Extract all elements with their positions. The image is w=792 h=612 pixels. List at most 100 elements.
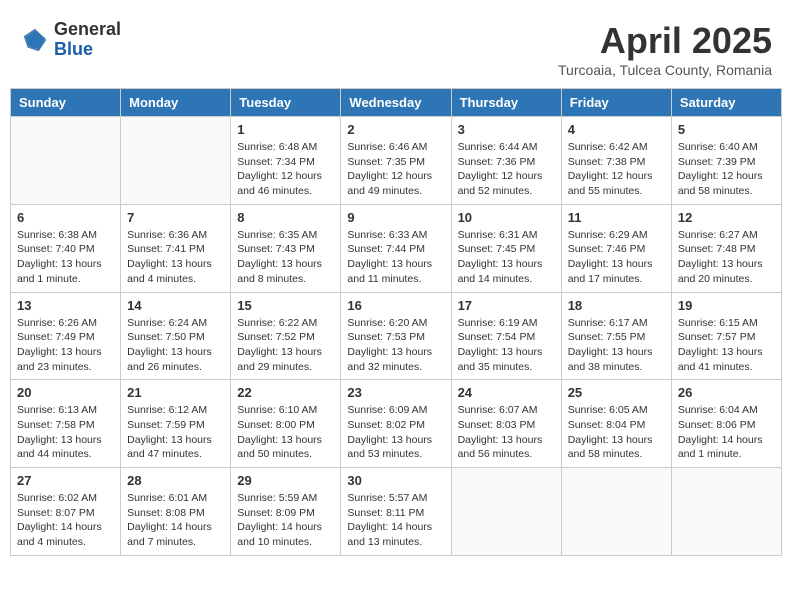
day-info: Sunrise: 6:48 AMSunset: 7:34 PMDaylight:… bbox=[237, 140, 334, 199]
calendar-cell: 15 Sunrise: 6:22 AMSunset: 7:52 PMDayligh… bbox=[231, 292, 341, 380]
day-info: Sunrise: 6:20 AMSunset: 7:53 PMDaylight:… bbox=[347, 316, 444, 375]
day-info: Sunrise: 6:42 AMSunset: 7:38 PMDaylight:… bbox=[568, 140, 665, 199]
day-number: 28 bbox=[127, 473, 224, 488]
calendar-cell: 14 Sunrise: 6:24 AMSunset: 7:50 PMDayligh… bbox=[121, 292, 231, 380]
calendar-cell: 11 Sunrise: 6:29 AMSunset: 7:46 PMDayligh… bbox=[561, 204, 671, 292]
calendar-cell: 24Sunrise: 6:07 AMSunset: 8:03 PMDayligh… bbox=[451, 380, 561, 468]
day-info: Sunrise: 6:12 AMSunset: 7:59 PMDaylight:… bbox=[127, 403, 224, 462]
day-info: Sunrise: 6:31 AMSunset: 7:45 PMDaylight:… bbox=[458, 228, 555, 287]
day-info: Sunrise: 6:01 AMSunset: 8:08 PMDaylight:… bbox=[127, 491, 224, 550]
day-number: 7 bbox=[127, 210, 224, 225]
calendar-cell: 27 Sunrise: 6:02 AMSunset: 8:07 PMDayligh… bbox=[11, 468, 121, 556]
calendar-cell bbox=[451, 468, 561, 556]
day-number: 19 bbox=[678, 298, 775, 313]
day-number: 11 bbox=[568, 210, 665, 225]
calendar-week-row: 6 Sunrise: 6:38 AMSunset: 7:40 PMDaylight… bbox=[11, 204, 782, 292]
day-number: 2 bbox=[347, 122, 444, 137]
calendar-cell: 6 Sunrise: 6:38 AMSunset: 7:40 PMDaylight… bbox=[11, 204, 121, 292]
day-info: Sunrise: 6:22 AMSunset: 7:52 PMDaylight:… bbox=[237, 316, 334, 375]
day-number: 10 bbox=[458, 210, 555, 225]
day-number: 20 bbox=[17, 385, 114, 400]
calendar-cell: 1 Sunrise: 6:48 AMSunset: 7:34 PMDaylight… bbox=[231, 117, 341, 205]
title-section: April 2025 Turcoaia, Tulcea County, Roma… bbox=[558, 20, 772, 78]
calendar-week-row: 13Sunrise: 6:26 AMSunset: 7:49 PMDayligh… bbox=[11, 292, 782, 380]
weekday-header: Thursday bbox=[451, 89, 561, 117]
calendar-cell: 5 Sunrise: 6:40 AMSunset: 7:39 PMDaylight… bbox=[671, 117, 781, 205]
day-number: 25 bbox=[568, 385, 665, 400]
calendar-week-row: 20Sunrise: 6:13 AMSunset: 7:58 PMDayligh… bbox=[11, 380, 782, 468]
logo-icon bbox=[20, 25, 50, 55]
day-info: Sunrise: 5:59 AMSunset: 8:09 PMDaylight:… bbox=[237, 491, 334, 550]
day-number: 29 bbox=[237, 473, 334, 488]
day-number: 3 bbox=[458, 122, 555, 137]
calendar-cell: 29 Sunrise: 5:59 AMSunset: 8:09 PMDayligh… bbox=[231, 468, 341, 556]
day-number: 14 bbox=[127, 298, 224, 313]
calendar-cell: 28 Sunrise: 6:01 AMSunset: 8:08 PMDayligh… bbox=[121, 468, 231, 556]
day-number: 12 bbox=[678, 210, 775, 225]
day-number: 9 bbox=[347, 210, 444, 225]
calendar-cell: 30 Sunrise: 5:57 AMSunset: 8:11 PMDayligh… bbox=[341, 468, 451, 556]
day-number: 23 bbox=[347, 385, 444, 400]
day-number: 16 bbox=[347, 298, 444, 313]
day-info: Sunrise: 5:57 AMSunset: 8:11 PMDaylight:… bbox=[347, 491, 444, 550]
day-number: 15 bbox=[237, 298, 334, 313]
day-number: 27 bbox=[17, 473, 114, 488]
day-number: 4 bbox=[568, 122, 665, 137]
day-number: 24 bbox=[458, 385, 555, 400]
calendar-cell: 3 Sunrise: 6:44 AMSunset: 7:36 PMDaylight… bbox=[451, 117, 561, 205]
weekday-header: Sunday bbox=[11, 89, 121, 117]
day-info: Sunrise: 6:09 AMSunset: 8:02 PMDaylight:… bbox=[347, 403, 444, 462]
weekday-header: Friday bbox=[561, 89, 671, 117]
logo: General Blue bbox=[20, 20, 121, 60]
calendar-week-row: 27 Sunrise: 6:02 AMSunset: 8:07 PMDayligh… bbox=[11, 468, 782, 556]
day-info: Sunrise: 6:38 AMSunset: 7:40 PMDaylight:… bbox=[17, 228, 114, 287]
header: General Blue April 2025 Turcoaia, Tulcea… bbox=[10, 10, 782, 83]
day-number: 17 bbox=[458, 298, 555, 313]
day-number: 8 bbox=[237, 210, 334, 225]
calendar-cell: 17 Sunrise: 6:19 AMSunset: 7:54 PMDayligh… bbox=[451, 292, 561, 380]
calendar-cell: 2 Sunrise: 6:46 AMSunset: 7:35 PMDaylight… bbox=[341, 117, 451, 205]
weekday-header: Monday bbox=[121, 89, 231, 117]
calendar-cell: 4 Sunrise: 6:42 AMSunset: 7:38 PMDaylight… bbox=[561, 117, 671, 205]
day-info: Sunrise: 6:46 AMSunset: 7:35 PMDaylight:… bbox=[347, 140, 444, 199]
day-info: Sunrise: 6:35 AMSunset: 7:43 PMDaylight:… bbox=[237, 228, 334, 287]
calendar-cell: 21 Sunrise: 6:12 AMSunset: 7:59 PMDayligh… bbox=[121, 380, 231, 468]
day-info: Sunrise: 6:33 AMSunset: 7:44 PMDaylight:… bbox=[347, 228, 444, 287]
calendar-cell: 7 Sunrise: 6:36 AMSunset: 7:41 PMDaylight… bbox=[121, 204, 231, 292]
calendar-week-row: 1 Sunrise: 6:48 AMSunset: 7:34 PMDaylight… bbox=[11, 117, 782, 205]
calendar-cell: 16 Sunrise: 6:20 AMSunset: 7:53 PMDayligh… bbox=[341, 292, 451, 380]
day-info: Sunrise: 6:02 AMSunset: 8:07 PMDaylight:… bbox=[17, 491, 114, 550]
calendar-cell: 9 Sunrise: 6:33 AMSunset: 7:44 PMDaylight… bbox=[341, 204, 451, 292]
calendar-cell: 10 Sunrise: 6:31 AMSunset: 7:45 PMDayligh… bbox=[451, 204, 561, 292]
day-number: 21 bbox=[127, 385, 224, 400]
calendar-cell: 18 Sunrise: 6:17 AMSunset: 7:55 PMDayligh… bbox=[561, 292, 671, 380]
calendar-cell bbox=[671, 468, 781, 556]
calendar-cell bbox=[121, 117, 231, 205]
day-info: Sunrise: 6:24 AMSunset: 7:50 PMDaylight:… bbox=[127, 316, 224, 375]
day-info: Sunrise: 6:40 AMSunset: 7:39 PMDaylight:… bbox=[678, 140, 775, 199]
day-number: 26 bbox=[678, 385, 775, 400]
calendar-cell: 26Sunrise: 6:04 AMSunset: 8:06 PMDayligh… bbox=[671, 380, 781, 468]
logo-general: General bbox=[54, 20, 121, 40]
day-number: 1 bbox=[237, 122, 334, 137]
weekday-header: Wednesday bbox=[341, 89, 451, 117]
calendar-cell: 22Sunrise: 6:10 AMSunset: 8:00 PMDayligh… bbox=[231, 380, 341, 468]
day-number: 13 bbox=[17, 298, 114, 313]
day-info: Sunrise: 6:17 AMSunset: 7:55 PMDaylight:… bbox=[568, 316, 665, 375]
day-number: 18 bbox=[568, 298, 665, 313]
day-info: Sunrise: 6:05 AMSunset: 8:04 PMDaylight:… bbox=[568, 403, 665, 462]
day-info: Sunrise: 6:44 AMSunset: 7:36 PMDaylight:… bbox=[458, 140, 555, 199]
weekday-header: Tuesday bbox=[231, 89, 341, 117]
calendar-table: SundayMondayTuesdayWednesdayThursdayFrid… bbox=[10, 88, 782, 556]
calendar-header-row: SundayMondayTuesdayWednesdayThursdayFrid… bbox=[11, 89, 782, 117]
day-number: 30 bbox=[347, 473, 444, 488]
day-info: Sunrise: 6:36 AMSunset: 7:41 PMDaylight:… bbox=[127, 228, 224, 287]
day-info: Sunrise: 6:29 AMSunset: 7:46 PMDaylight:… bbox=[568, 228, 665, 287]
calendar-cell: 19Sunrise: 6:15 AMSunset: 7:57 PMDayligh… bbox=[671, 292, 781, 380]
day-info: Sunrise: 6:27 AMSunset: 7:48 PMDaylight:… bbox=[678, 228, 775, 287]
calendar-cell: 25 Sunrise: 6:05 AMSunset: 8:04 PMDayligh… bbox=[561, 380, 671, 468]
day-number: 6 bbox=[17, 210, 114, 225]
day-info: Sunrise: 6:19 AMSunset: 7:54 PMDaylight:… bbox=[458, 316, 555, 375]
calendar-cell: 23 Sunrise: 6:09 AMSunset: 8:02 PMDayligh… bbox=[341, 380, 451, 468]
day-number: 5 bbox=[678, 122, 775, 137]
